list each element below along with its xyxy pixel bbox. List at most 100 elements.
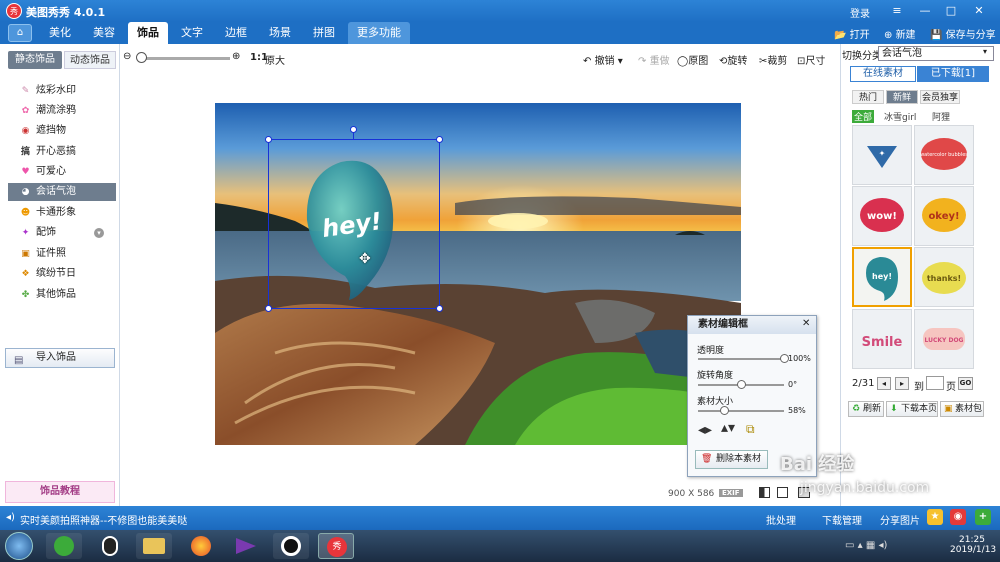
filter-ali[interactable]: 阿狸	[932, 110, 950, 123]
home-icon[interactable]: ⌂	[8, 24, 32, 42]
taskbar-app-explorer[interactable]	[136, 533, 172, 559]
resize-handle-bottom-right[interactable]	[436, 305, 443, 312]
material-thumb[interactable]: LUCKY DOG	[914, 309, 974, 369]
chip-hot[interactable]: 热门	[852, 90, 884, 104]
tab-scene[interactable]: 场景	[260, 22, 300, 44]
material-thumb[interactable]: thanks!	[914, 247, 974, 307]
size-slider-knob[interactable]	[719, 406, 729, 415]
material-thumb-selected[interactable]: hey!	[852, 247, 912, 307]
copy-icon[interactable]: ⧉	[746, 422, 755, 437]
fit-view-icon[interactable]	[777, 487, 788, 498]
move-cursor-icon[interactable]: ✥	[359, 251, 371, 267]
category-item[interactable]: ✎ 炫彩水印	[8, 82, 116, 100]
resize-handle-top-left[interactable]	[265, 136, 272, 143]
tab-downloaded-materials[interactable]: 已下载[1]	[917, 66, 989, 82]
original-size-button[interactable]: 原大	[265, 52, 285, 67]
page-input[interactable]	[926, 376, 944, 390]
clock[interactable]: 21:25 2019/1/13	[950, 535, 996, 555]
material-thumb[interactable]: wow!	[852, 186, 912, 246]
refresh-button[interactable]: ♻ 刷新	[848, 401, 884, 417]
chip-new[interactable]: 新鲜	[886, 90, 918, 104]
flip-horizontal-icon[interactable]: ◂▸	[698, 422, 712, 438]
resize-button[interactable]: ⊡尺寸	[797, 52, 825, 67]
open-button[interactable]: 📂 打开	[834, 26, 870, 41]
zoom-out-icon[interactable]: ⊖	[123, 51, 131, 62]
start-button[interactable]	[5, 532, 33, 560]
sticker-selection-frame[interactable]: hey! ✥	[268, 139, 440, 309]
status-message[interactable]: 实时美颜拍照神器--不修图也能美美哒	[20, 512, 187, 527]
opacity-slider[interactable]	[698, 358, 784, 360]
taskbar-app-browser[interactable]	[46, 533, 82, 559]
category-item[interactable]: 搞开心恶搞	[8, 143, 116, 161]
tab-beautify[interactable]: 美化	[40, 22, 80, 44]
rotation-slider-knob[interactable]	[737, 380, 746, 389]
zoom-slider[interactable]	[142, 57, 230, 60]
tab-static-decorations[interactable]: 静态饰品	[8, 51, 62, 69]
tab-face[interactable]: 美容	[84, 22, 124, 44]
flip-vertical-icon[interactable]: ▴▾	[721, 420, 735, 436]
category-item[interactable]: ☻ 卡通形象	[8, 204, 116, 222]
weibo-icon[interactable]: ◉	[950, 509, 966, 525]
material-thumb[interactable]: Smile	[852, 309, 912, 369]
category-item[interactable]: ▣ 证件照	[8, 245, 116, 263]
compare-view-icon[interactable]	[759, 487, 770, 498]
tab-text[interactable]: 文字	[172, 22, 212, 44]
original-image-button[interactable]: ◯原图	[677, 52, 708, 67]
rotate-handle[interactable]	[350, 126, 357, 133]
category-item[interactable]: ✦ 配饰 ▾	[8, 224, 116, 242]
taskbar-app-qq[interactable]	[92, 533, 128, 559]
filter-snow-girl[interactable]: 冰雪girl	[884, 110, 916, 123]
tab-dynamic-decorations[interactable]: 动态饰品	[64, 51, 116, 69]
exif-badge[interactable]: EXIF	[719, 489, 743, 497]
download-page-button[interactable]: ⬇ 下载本页	[886, 401, 938, 417]
category-select[interactable]: 会话气泡	[878, 46, 994, 61]
save-share-button[interactable]: 💾 保存与分享	[930, 26, 996, 41]
category-item[interactable]: ❖ 缤纷节日	[8, 265, 116, 283]
menu-button[interactable]: ≡	[888, 3, 906, 19]
zoom-slider-knob[interactable]	[136, 52, 147, 63]
category-item[interactable]: ✤ 其他饰品	[8, 286, 116, 304]
chevron-down-icon[interactable]: ▾	[983, 47, 987, 56]
material-thumb[interactable]: watercolor bubbles	[914, 125, 974, 185]
go-button[interactable]: GO	[958, 377, 973, 390]
star-icon[interactable]: ★	[927, 509, 943, 525]
category-item[interactable]: ◉ 遮挡物	[8, 122, 116, 140]
material-thumb[interactable]: okey!	[914, 186, 974, 246]
share-image-button[interactable]: 分享图片	[880, 512, 920, 527]
material-library-button[interactable]: ▣ 素材包	[940, 401, 984, 417]
tab-online-materials[interactable]: 在线素材	[850, 66, 916, 82]
taskbar-app-media[interactable]	[228, 533, 264, 559]
maximize-button[interactable]: □	[942, 3, 960, 19]
undo-button[interactable]: ↶ 撤销 ▾	[583, 52, 623, 67]
category-item[interactable]: ✿ 潮流涂鸦	[8, 102, 116, 120]
login-link[interactable]: 登录	[850, 5, 870, 20]
tab-decoration[interactable]: 饰品	[128, 22, 168, 44]
close-button[interactable]: ✕	[970, 3, 988, 19]
category-item[interactable]: ♥ 可爱心	[8, 163, 116, 181]
batch-button[interactable]: 批处理	[766, 512, 796, 527]
taskbar-app-firefox[interactable]	[183, 533, 219, 559]
category-item-selected[interactable]: ◕ 会话气泡	[8, 183, 116, 201]
taskbar-app-recorder[interactable]	[273, 533, 309, 559]
chevron-down-icon[interactable]: ▾	[94, 228, 104, 238]
hey-bubble-sticker[interactable]: hey!	[269, 140, 438, 307]
decoration-tutorial-button[interactable]: 饰品教程	[5, 481, 115, 503]
close-icon[interactable]: ✕	[802, 318, 810, 329]
zoom-in-icon[interactable]: ⊕	[232, 51, 240, 62]
prev-page-button[interactable]: ◂	[877, 377, 891, 390]
rotate-button[interactable]: ⟲旋转	[719, 52, 747, 67]
filter-all[interactable]: 全部	[852, 110, 875, 123]
chip-vip[interactable]: 会员独享	[920, 90, 960, 104]
delete-material-button[interactable]: 🗑 删除本素材	[695, 450, 768, 469]
next-page-button[interactable]: ▸	[895, 377, 909, 390]
resize-handle-bottom-left[interactable]	[265, 305, 272, 312]
crop-button[interactable]: ✂裁剪	[759, 52, 787, 67]
tray-icons[interactable]: ▭ ▴ ▦ ◂)	[845, 540, 887, 551]
redo-button[interactable]: ↷ 重做	[638, 52, 670, 67]
tab-more[interactable]: 更多功能 ▾	[348, 22, 410, 61]
taskbar-app-meitu[interactable]: 秀	[318, 533, 354, 559]
new-button[interactable]: ⊕ 新建	[884, 26, 916, 41]
tab-collage[interactable]: 拼图	[304, 22, 344, 44]
download-manager-button[interactable]: 下载管理	[822, 512, 862, 527]
material-thumb[interactable]: ✦	[852, 125, 912, 185]
